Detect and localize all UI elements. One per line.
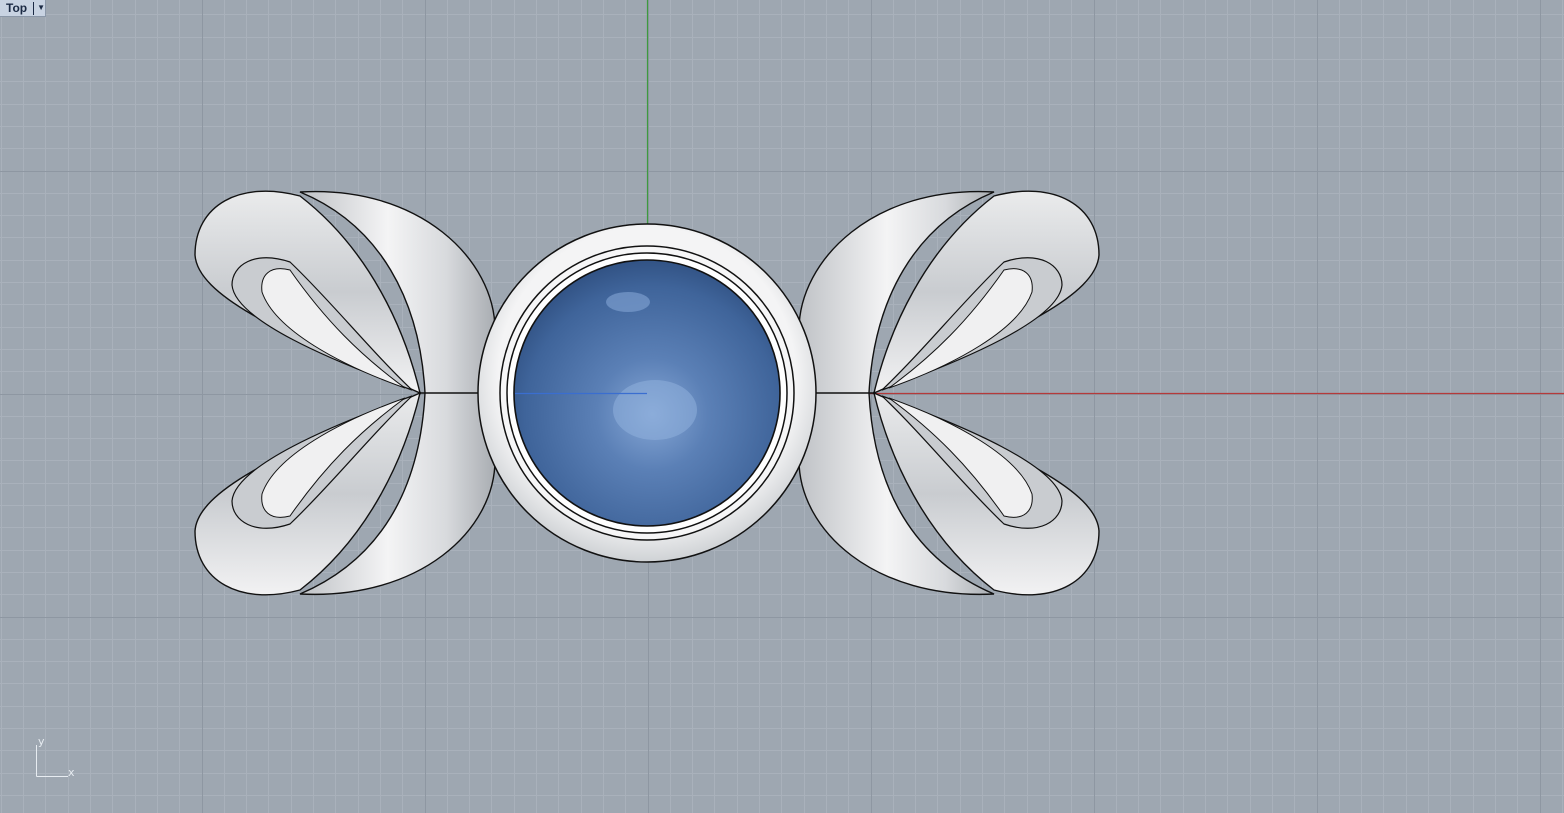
viewport-top[interactable]: Top ▼ y x bbox=[0, 0, 1564, 813]
axis-widget-y-label: y bbox=[38, 735, 45, 748]
dropdown-arrow-icon[interactable]: ▼ bbox=[37, 0, 45, 16]
viewport-title-tab[interactable]: Top ▼ bbox=[0, 0, 46, 17]
axis-widget-x-label: x bbox=[68, 766, 75, 779]
viewport-name[interactable]: Top bbox=[0, 0, 33, 16]
gem-highlight-center bbox=[613, 380, 697, 440]
viewport-canvas[interactable] bbox=[0, 0, 1564, 813]
tab-separator bbox=[33, 1, 35, 15]
gem-highlight bbox=[606, 292, 650, 312]
